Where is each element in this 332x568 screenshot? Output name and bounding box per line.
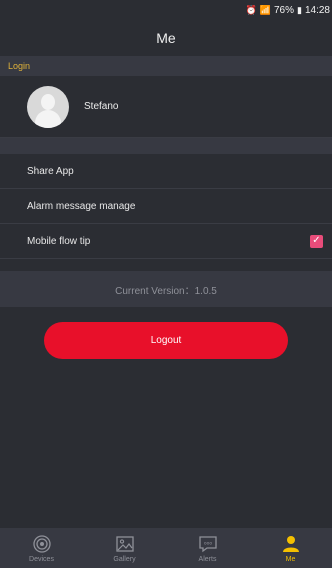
share-app-label: Share App xyxy=(27,165,74,177)
tab-gallery[interactable]: Gallery xyxy=(95,534,155,563)
tab-me[interactable]: Me xyxy=(261,534,321,563)
page-title: Me xyxy=(156,30,176,46)
alarm-message-manage-item[interactable]: Alarm message manage xyxy=(0,189,332,224)
login-section-label: Login xyxy=(8,61,31,71)
page-title-bar: Me xyxy=(0,20,332,56)
avatar xyxy=(27,85,69,128)
version-text: Current Version：1.0.5 xyxy=(115,285,217,297)
tab-devices-label: Devices xyxy=(29,555,54,563)
svg-text:ooo: ooo xyxy=(203,541,212,546)
tab-gallery-label: Gallery xyxy=(113,555,136,563)
tab-alerts[interactable]: ooo Alerts xyxy=(178,534,238,563)
bottom-tab-bar: Devices Gallery ooo Alerts Me xyxy=(0,528,332,568)
gallery-icon xyxy=(115,534,135,554)
mobile-flow-tip-checkbox[interactable]: ✓ xyxy=(310,234,323,248)
section-divider xyxy=(0,138,332,154)
tab-devices[interactable]: Devices xyxy=(12,534,72,563)
profile-name: Stefano xyxy=(84,101,119,112)
version-row: Current Version：1.0.5 xyxy=(0,271,332,307)
mobile-flow-tip-item[interactable]: Mobile flow tip ✓ xyxy=(0,224,332,259)
logout-wrap: Logout xyxy=(0,322,332,359)
alerts-icon: ooo xyxy=(198,534,218,554)
avatar-head-shape xyxy=(41,93,55,110)
battery-percent: 76% xyxy=(274,4,295,16)
alarm-message-manage-label: Alarm message manage xyxy=(27,200,136,212)
share-app-item[interactable]: Share App xyxy=(0,154,332,189)
tab-me-label: Me xyxy=(285,555,296,563)
avatar-body-shape xyxy=(35,109,61,128)
logout-button[interactable]: Logout xyxy=(44,322,288,359)
status-time: 14:28 xyxy=(304,4,330,16)
alarm-clock-icon: ⏰ xyxy=(245,4,257,15)
wifi-icon: 📶 xyxy=(259,4,271,15)
battery-icon: ▮ xyxy=(297,4,302,15)
mobile-flow-tip-label: Mobile flow tip xyxy=(27,235,91,247)
profile-row[interactable]: Stefano xyxy=(0,76,332,138)
status-bar: ⏰ 📶 76% ▮ 14:28 xyxy=(0,0,332,20)
devices-icon xyxy=(32,534,52,554)
tab-alerts-label: Alerts xyxy=(198,555,217,563)
login-section-header: Login xyxy=(0,56,332,76)
me-icon xyxy=(281,534,301,554)
